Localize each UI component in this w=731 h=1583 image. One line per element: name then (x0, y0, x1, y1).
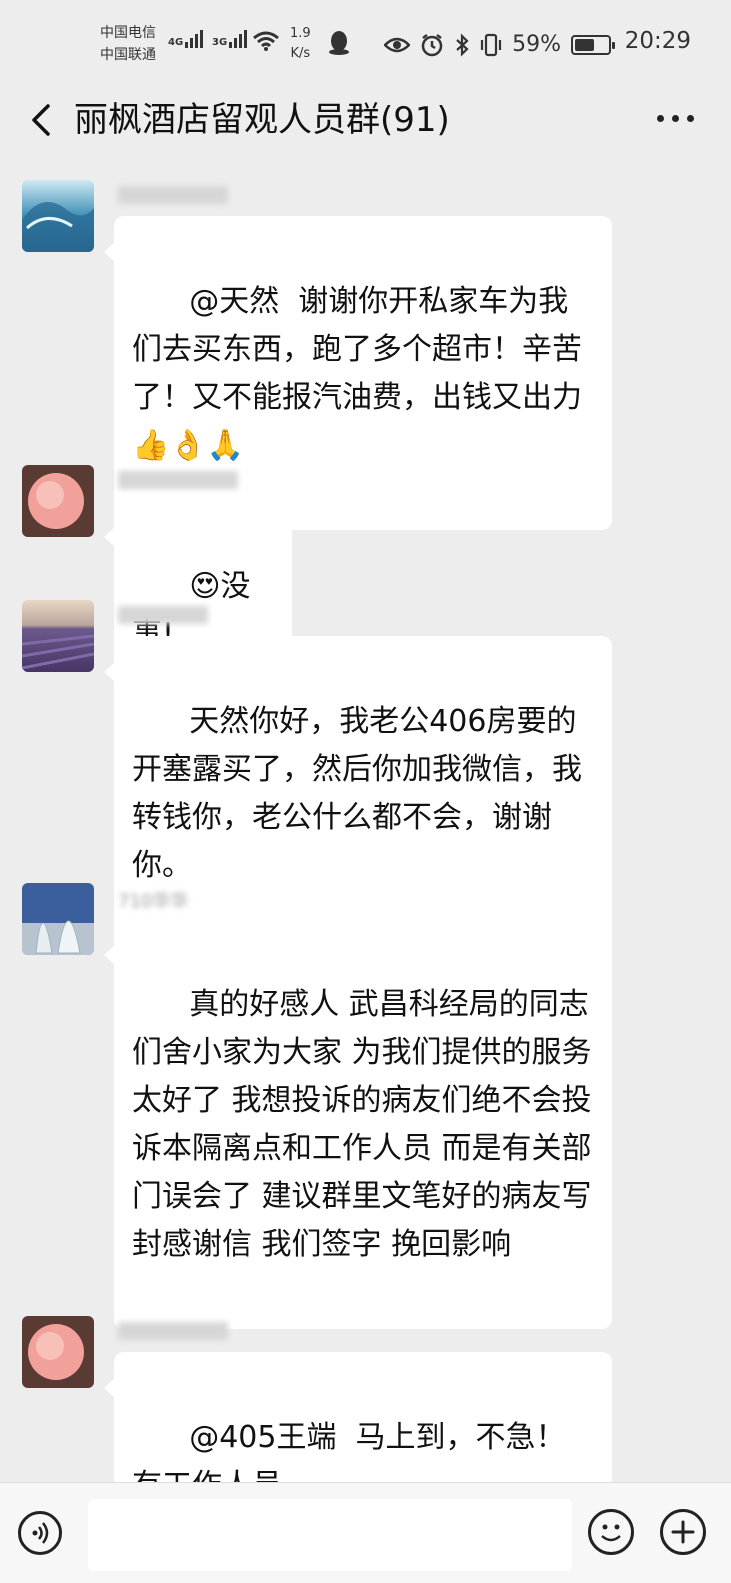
smiling-face-hearts-icon: 😍 (189, 569, 221, 604)
message-item: 😍没事! (0, 465, 731, 719)
eye-icon (384, 37, 411, 52)
voice-input-icon[interactable] (18, 1511, 62, 1555)
carrier-1: 中国电信 (100, 25, 156, 41)
vibrate-icon (480, 33, 502, 56)
message-bubble[interactable]: 真的好感人 武昌科经局的同志们舍小家为大家 为我们提供的服务太好了 我想投诉的病… (104, 919, 612, 1329)
message-list[interactable]: @天然 谢谢你开私家车为我们去买东西，跑了多个超市！辛苦了！又不能报汽油费，出钱… (0, 168, 731, 1483)
message-text: @405王端 马上到，不急！有工作人员。 (132, 1420, 566, 1483)
page-title: 丽枫酒店留观人员群(91) (74, 100, 450, 140)
message-text: @天然 谢谢你开私家车为我们去买东西，跑了多个超市！辛苦了！又不能报汽油费，出钱… (132, 284, 582, 415)
net-label-1: 4G (168, 37, 184, 48)
chat-header: 丽枫酒店留观人员群(91) (0, 90, 731, 150)
sender-name-redacted (118, 186, 228, 204)
battery-fill (575, 38, 594, 51)
bluetooth-icon (456, 32, 469, 57)
message-item: 710华华 真的好感人 武昌科经局的同志们舍小家为大家 为我们提供的服务太好了 … (0, 883, 731, 1329)
speed-unit: K/s (290, 46, 311, 61)
signal-4g-icon: 4G (168, 30, 204, 48)
message-item: @405王端 马上到，不急！有工作人员。 (0, 1316, 731, 1483)
carrier-2: 中国联通 (100, 47, 156, 63)
alarm-icon (421, 33, 443, 56)
wifi-icon (253, 31, 279, 51)
plus-icon[interactable] (660, 1509, 706, 1555)
thumbs-up-ok-pray-icons: 👍👌🙏 (132, 428, 245, 463)
carrier-info: 中国电信 中国联通 (100, 22, 156, 66)
more-options-icon[interactable] (657, 106, 697, 130)
back-arrow-icon[interactable] (24, 100, 64, 140)
battery-icon (571, 34, 615, 55)
speed-value: 1.9 (290, 26, 311, 41)
status-bar: 中国电信 中国联通 4G 3G 1.9 K/s 59% 20:29 (0, 0, 731, 90)
message-text: 天然你好，我老公406房要的开塞露买了，然后你加我微信，我转钱你，老公什么都不会… (132, 704, 582, 883)
sender-name-redacted (118, 471, 238, 489)
battery-percent: 59% (512, 32, 561, 57)
net-label-2: 3G (212, 37, 228, 48)
sender-name-redacted (118, 606, 208, 624)
emoji-icon[interactable] (588, 1509, 634, 1555)
avatar[interactable] (22, 465, 94, 537)
message-bubble[interactable]: @405王端 马上到，不急！有工作人员。 (104, 1352, 612, 1483)
sender-name-redacted (118, 1322, 228, 1340)
sender-name: 710华华 (118, 891, 189, 912)
network-speed: 1.9 K/s (290, 24, 311, 64)
avatar[interactable] (22, 600, 94, 672)
avatar[interactable] (22, 1316, 94, 1388)
signal-3g-icon: 3G (212, 30, 248, 48)
qq-icon (329, 31, 349, 55)
message-item: 天然你好，我老公406房要的开塞露买了，然后你加我微信，我转钱你，老公什么都不会… (0, 600, 731, 950)
avatar[interactable] (22, 883, 94, 955)
status-icons: 59% (384, 32, 615, 57)
clock: 20:29 (624, 28, 691, 54)
message-text: 真的好感人 武昌科经局的同志们舍小家为大家 为我们提供的服务太好了 我想投诉的病… (132, 987, 592, 1262)
input-bar (0, 1482, 731, 1583)
message-input[interactable] (88, 1499, 572, 1571)
message-item: @天然 谢谢你开私家车为我们去买东西，跑了多个超市！辛苦了！又不能报汽油费，出钱… (0, 180, 731, 530)
avatar[interactable] (22, 180, 94, 252)
